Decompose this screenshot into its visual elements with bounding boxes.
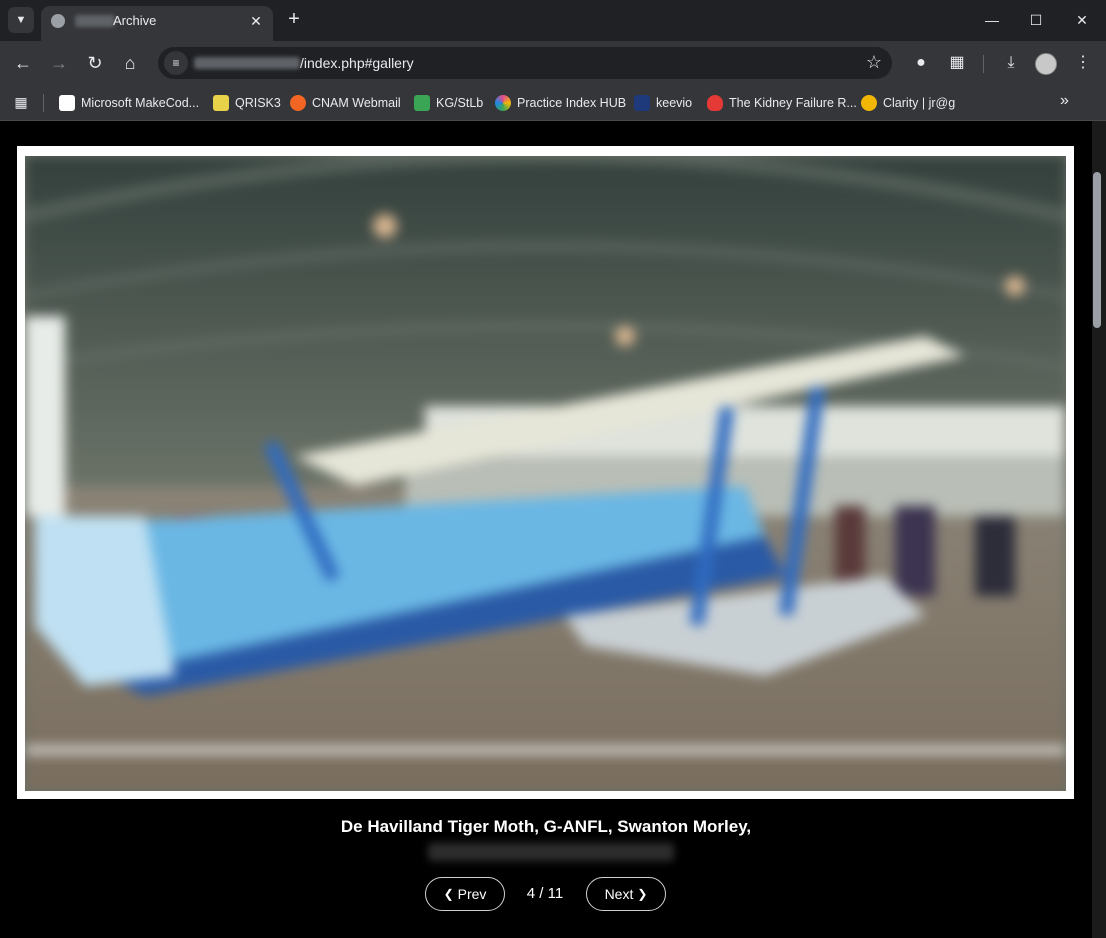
close-window-button[interactable]: ✕ bbox=[1070, 8, 1094, 32]
bookmark-label: QRISK3 bbox=[235, 96, 281, 110]
photo-frame bbox=[17, 146, 1074, 799]
bookmark-label: keevio bbox=[656, 96, 693, 110]
bookmark-item[interactable]: Practice Index HUB bbox=[495, 92, 626, 114]
globe-icon bbox=[51, 14, 65, 28]
aircraft-photo-illustration bbox=[25, 156, 1066, 791]
tab-title-redacted bbox=[75, 15, 115, 27]
bookmark-label: The Kidney Failure R... bbox=[729, 96, 857, 110]
next-label: Next bbox=[604, 886, 634, 902]
tab-bar: ▼ Archive ✕ + — ☐ ✕ bbox=[0, 0, 1106, 41]
caption-subtext-redacted bbox=[428, 843, 674, 861]
gallery-pager: ❮ Prev 4 / 11 Next ❯ bbox=[0, 877, 1092, 913]
browser-toolbar: ← → ↻ ⌂ ≡ /index.php#gallery ☆ ● ▦ ⤓ ⋮ bbox=[0, 41, 1106, 86]
practice-index-icon bbox=[495, 95, 511, 111]
bookmark-item[interactable]: KG/StLb bbox=[414, 92, 483, 114]
extensions-icon[interactable]: ▦ bbox=[944, 50, 970, 76]
bookmark-label: KG/StLb bbox=[436, 96, 484, 110]
toolbar-divider bbox=[983, 55, 984, 73]
makecode-icon bbox=[59, 95, 75, 111]
bookmark-label: Clarity | jr@g bbox=[883, 96, 956, 110]
menu-kebab-icon[interactable]: ⋮ bbox=[1070, 50, 1096, 76]
tab-search-button[interactable]: ▼ bbox=[8, 7, 34, 33]
tab-title: Archive bbox=[113, 13, 157, 28]
kidney-icon bbox=[707, 95, 723, 111]
scrollbar-thumb[interactable] bbox=[1093, 172, 1101, 328]
home-button[interactable]: ⌂ bbox=[117, 50, 143, 76]
active-tab[interactable]: Archive ✕ bbox=[41, 6, 273, 41]
downloads-icon[interactable]: ⤓ bbox=[998, 50, 1024, 76]
gallery-photo bbox=[25, 156, 1066, 791]
extension-puzzle-icon[interactable]: ● bbox=[908, 50, 934, 76]
photo-caption: De Havilland Tiger Moth, G-ANFL, Swanton… bbox=[340, 817, 752, 836]
more-bookmarks-icon[interactable]: » bbox=[1060, 92, 1069, 110]
keevio-icon bbox=[634, 95, 650, 111]
bookmarks-divider bbox=[43, 94, 44, 112]
site-info-icon[interactable]: ≡ bbox=[164, 51, 188, 75]
clarity-icon bbox=[861, 95, 877, 111]
bookmark-item[interactable]: Microsoft MakeCod... bbox=[59, 92, 199, 114]
bookmark-item[interactable]: CNAM Webmail bbox=[290, 92, 401, 114]
webmail-icon bbox=[290, 95, 306, 111]
browser-window: ▼ Archive ✕ + — ☐ ✕ ← → ↻ ⌂ ≡ /index.php… bbox=[0, 0, 1106, 938]
forward-button[interactable]: → bbox=[46, 50, 72, 76]
prev-label: Prev bbox=[457, 886, 487, 902]
gallery-page: De Havilland Tiger Moth, G-ANFL, Swanton… bbox=[0, 121, 1092, 938]
kg-icon bbox=[414, 95, 430, 111]
maximize-button[interactable]: ☐ bbox=[1024, 8, 1048, 32]
bookmark-item[interactable]: QRISK3 bbox=[213, 92, 281, 114]
new-tab-button[interactable]: + bbox=[283, 9, 305, 31]
chevron-left-icon: ❮ bbox=[443, 887, 454, 901]
prev-button[interactable]: ❮ Prev bbox=[425, 877, 505, 911]
chevron-right-icon: ❯ bbox=[637, 887, 648, 901]
bookmark-item[interactable]: The Kidney Failure R... bbox=[707, 92, 857, 114]
minimize-button[interactable]: — bbox=[980, 8, 1004, 32]
bookmark-star-icon[interactable]: ☆ bbox=[866, 52, 882, 73]
bookmarks-bar: ▦ Microsoft MakeCod... QRISK3 CNAM Webma… bbox=[0, 86, 1106, 121]
url-text: /index.php#gallery bbox=[300, 55, 414, 71]
page-counter: 4 / 11 bbox=[526, 885, 564, 902]
bookmark-item[interactable]: keevio bbox=[634, 92, 692, 114]
profile-avatar[interactable] bbox=[1035, 53, 1057, 75]
address-bar[interactable]: ≡ /index.php#gallery ☆ bbox=[158, 47, 892, 79]
bookmark-label: Microsoft MakeCod... bbox=[81, 96, 200, 110]
next-button[interactable]: Next ❯ bbox=[586, 877, 666, 911]
back-button[interactable]: ← bbox=[10, 50, 36, 76]
close-tab-icon[interactable]: ✕ bbox=[247, 12, 265, 30]
chevron-down-icon: ▼ bbox=[15, 14, 27, 26]
bookmark-label: CNAM Webmail bbox=[312, 96, 401, 110]
bookmark-label: Practice Index HUB bbox=[517, 96, 627, 110]
apps-grid-icon[interactable]: ▦ bbox=[12, 93, 30, 111]
reload-button[interactable]: ↻ bbox=[82, 50, 108, 76]
bookmark-item[interactable]: Clarity | jr@g bbox=[861, 92, 955, 114]
qrisk-icon bbox=[213, 95, 229, 111]
url-domain-redacted bbox=[194, 57, 300, 69]
